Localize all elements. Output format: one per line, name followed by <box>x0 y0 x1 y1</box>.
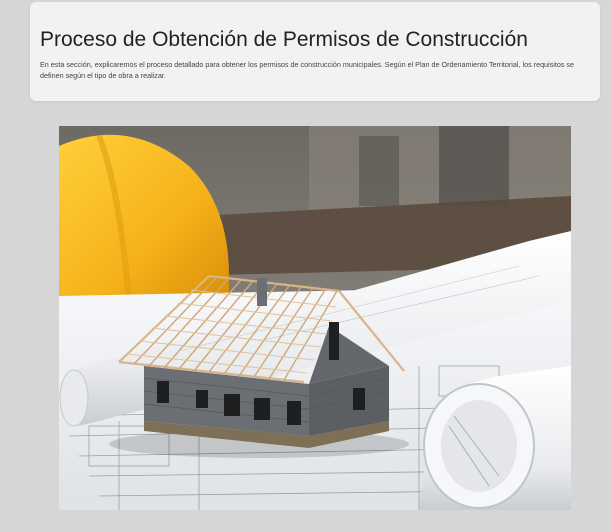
intro-card: Proceso de Obtención de Permisos de Cons… <box>30 2 600 101</box>
page-title: Proceso de Obtención de Permisos de Cons… <box>40 28 528 51</box>
intro-description: En esta sección, explicaremos el proceso… <box>40 60 575 80</box>
hero-image <box>59 126 571 510</box>
house-model-illustration <box>59 126 571 510</box>
